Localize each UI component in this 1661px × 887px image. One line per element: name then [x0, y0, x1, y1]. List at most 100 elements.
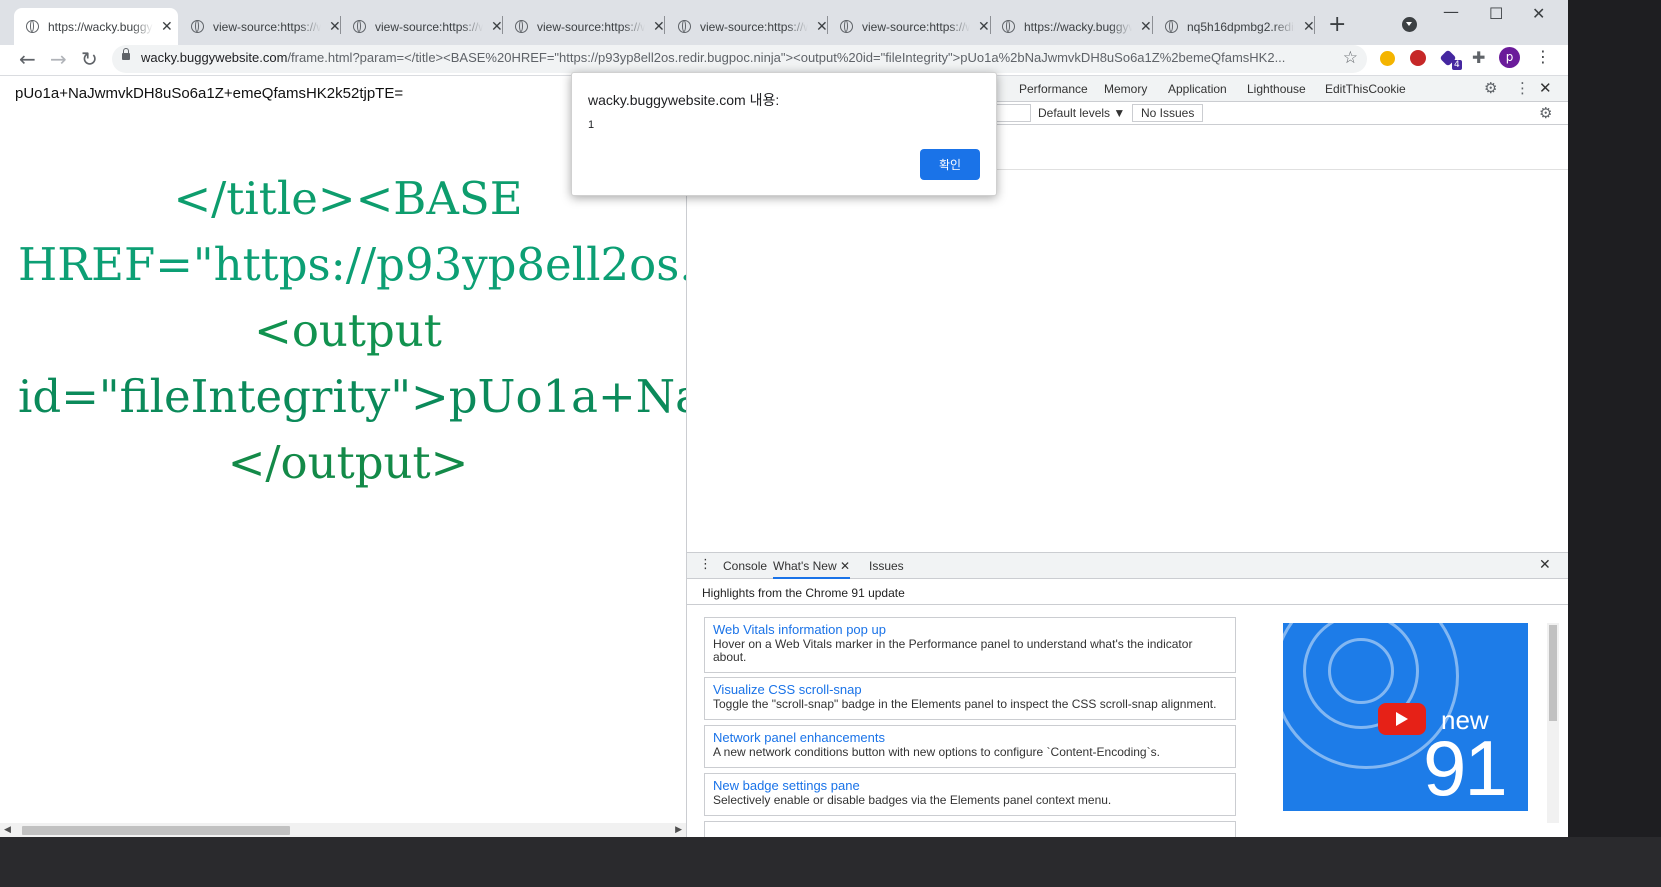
url-text[interactable]: wacky.buggywebsite.com/frame.html?param=…: [141, 50, 1336, 65]
drawer-tab-issues[interactable]: Issues: [869, 559, 904, 573]
tab-title: view-source:https://wacky.buggywebsite.c…: [213, 19, 321, 34]
tab-title: view-source:https://wacky.buggywebsite.c…: [700, 19, 808, 34]
maximize-icon[interactable]: ☐: [1489, 4, 1503, 23]
chrome-91-video-thumbnail[interactable]: new 91: [1283, 623, 1528, 811]
highlights-header: Highlights from the Chrome 91 update: [687, 579, 1568, 605]
tab-separator: [664, 16, 665, 34]
tab-separator: [1314, 16, 1315, 34]
back-arrow-icon[interactable]: ←: [19, 47, 36, 71]
drawer-vertical-scrollbar[interactable]: [1547, 623, 1559, 823]
globe-icon: [191, 20, 204, 33]
alert-message: 1: [588, 119, 595, 131]
profile-avatar[interactable]: p: [1499, 47, 1520, 68]
scrollbar-thumb[interactable]: [22, 826, 290, 835]
tab-strip: https://wacky.buggywebsite.com ✕ view-so…: [0, 0, 1568, 45]
puzzle-extensions-icon[interactable]: ✚: [1472, 48, 1485, 67]
scroll-right-arrow-icon[interactable]: ▶: [675, 825, 682, 835]
url-path: /frame.html?param=</title><BASE%20HREF="…: [287, 50, 1286, 65]
minimize-icon[interactable]: —: [1443, 2, 1459, 21]
log-level-dropdown[interactable]: Default levels ▼: [1038, 106, 1125, 120]
tab-separator: [990, 16, 991, 34]
tab-4[interactable]: view-source:https://wacky.buggywebsite.c…: [515, 8, 665, 45]
feature-card[interactable]: Network panel enhancements A new network…: [704, 725, 1236, 768]
alert-ok-button[interactable]: 확인: [920, 149, 980, 180]
tab-5[interactable]: view-source:https://wacky.buggywebsite.c…: [678, 8, 828, 45]
feature-description: Toggle the "scroll-snap" badge in the El…: [713, 697, 1217, 711]
tab-application[interactable]: Application: [1168, 82, 1227, 96]
tab-memory[interactable]: Memory: [1104, 82, 1147, 96]
tab-6[interactable]: view-source:https://wacky.buggywebsite.c…: [840, 8, 990, 45]
tab-separator: [340, 16, 341, 34]
feature-card[interactable]: New badge settings pane Selectively enab…: [704, 773, 1236, 816]
drawer-tab-console[interactable]: Console: [723, 559, 767, 573]
tab-title: nq5h16dpmbg2.redir.bugpoc.ninja: [1187, 19, 1295, 34]
feature-title-link[interactable]: Web Vitals information pop up: [713, 622, 1227, 638]
title-line-5: </output>: [227, 436, 469, 489]
menu-kebab-icon[interactable]: ⋮: [1535, 47, 1551, 66]
feature-card[interactable]: Visualize CSS scroll-snap Toggle the "sc…: [704, 677, 1236, 720]
feature-title-link[interactable]: New badge settings pane: [713, 778, 1227, 794]
tab-editthiscookie[interactable]: EditThisCookie: [1325, 82, 1406, 96]
tab-close-icon[interactable]: ✕: [816, 18, 828, 35]
video-version-label: 91: [1423, 724, 1508, 811]
desktop-background: [1568, 0, 1661, 837]
tab-title: view-source:https://wacky.buggywebsite.c…: [537, 19, 645, 34]
desktop-taskbar-strip: [0, 837, 1661, 887]
tab-2[interactable]: view-source:https://wacky.buggywebsite.c…: [191, 8, 341, 45]
tab-close-icon[interactable]: ✕: [161, 18, 173, 35]
reload-icon[interactable]: ↻: [81, 47, 98, 71]
cookie-extension-icon[interactable]: [1380, 51, 1395, 66]
feature-description: Hover on a Web Vitals marker in the Perf…: [713, 637, 1193, 664]
devtools-menu-icon[interactable]: ⋮: [1515, 79, 1530, 97]
devtools-drawer: ⋮ Console What's New ✕ Issues ✕ Highligh…: [687, 552, 1568, 837]
feature-title-link[interactable]: Network panel enhancements: [713, 730, 1227, 746]
scroll-left-arrow-icon[interactable]: ◀: [4, 825, 11, 835]
tab-8[interactable]: nq5h16dpmbg2.redir.bugpoc.ninja ✕: [1165, 8, 1315, 45]
tab-title: https://wacky.buggywebsite.com: [48, 19, 153, 34]
tab-search-icon[interactable]: [1402, 17, 1417, 32]
close-devtools-icon[interactable]: ✕: [1539, 79, 1552, 97]
tab-title: view-source:https://wacky.buggywebsite.c…: [862, 19, 970, 34]
tab-3[interactable]: view-source:https://wacky.buggywebsite.c…: [353, 8, 503, 45]
file-integrity-output: pUo1a+NaJwmvkDH8uSo6a1Z+emeQfamsHK2k52tj…: [15, 85, 404, 102]
tab-performance[interactable]: Performance: [1019, 82, 1088, 96]
tab-close-icon[interactable]: ✕: [329, 18, 341, 35]
scrollbar-thumb[interactable]: [1549, 625, 1557, 721]
issues-button[interactable]: No Issues: [1132, 104, 1204, 122]
tab-separator: [502, 16, 503, 34]
globe-icon: [840, 20, 853, 33]
horizontal-scrollbar[interactable]: ◀ ▶: [0, 823, 686, 837]
browser-window: https://wacky.buggywebsite.com ✕ view-so…: [0, 0, 1568, 837]
close-drawer-icon[interactable]: ✕: [1539, 557, 1551, 573]
console-settings-icon[interactable]: ⚙: [1539, 104, 1552, 122]
lock-icon[interactable]: [122, 48, 130, 60]
forward-arrow-icon[interactable]: →: [50, 47, 67, 71]
javascript-alert-dialog: wacky.buggywebsite.com 내용: 1 확인: [571, 72, 997, 196]
globe-icon: [26, 20, 39, 33]
new-tab-button[interactable]: +: [1328, 12, 1346, 37]
drawer-tab-whats-new[interactable]: What's New ✕: [773, 559, 851, 579]
bookmark-star-icon[interactable]: ☆: [1343, 48, 1358, 68]
globe-icon: [1165, 20, 1178, 33]
tab-close-icon[interactable]: ✕: [1140, 18, 1152, 35]
tab-close-icon[interactable]: ✕: [978, 18, 990, 35]
close-window-icon[interactable]: ✕: [1532, 4, 1545, 23]
drawer-tab-bar: ⋮ Console What's New ✕ Issues ✕: [687, 553, 1568, 579]
tab-close-icon[interactable]: ✕: [491, 18, 503, 35]
settings-gear-icon[interactable]: ⚙: [1484, 79, 1497, 97]
drawer-menu-icon[interactable]: ⋮: [699, 557, 712, 572]
alert-title: wacky.buggywebsite.com 내용:: [588, 92, 780, 108]
tab-1[interactable]: https://wacky.buggywebsite.com ✕: [14, 8, 178, 45]
youtube-play-icon[interactable]: [1378, 703, 1426, 735]
tab-close-icon[interactable]: ✕: [653, 18, 665, 35]
feature-card[interactable]: Web Vitals information pop up Hover on a…: [704, 617, 1236, 673]
feature-title-link[interactable]: Visualize CSS scroll-snap: [713, 682, 1227, 698]
tab-lighthouse[interactable]: Lighthouse: [1247, 82, 1306, 96]
tab-7[interactable]: https://wacky.buggywebsite.com ✕: [1002, 8, 1152, 45]
feature-card[interactable]: [704, 821, 1236, 837]
address-bar[interactable]: wacky.buggywebsite.com/frame.html?param=…: [112, 45, 1367, 73]
extension-icon[interactable]: [1410, 50, 1426, 66]
feature-description: Selectively enable or disable badges via…: [713, 793, 1112, 807]
tab-close-icon[interactable]: ✕: [1303, 18, 1315, 35]
close-tab-icon[interactable]: ✕: [840, 559, 850, 573]
